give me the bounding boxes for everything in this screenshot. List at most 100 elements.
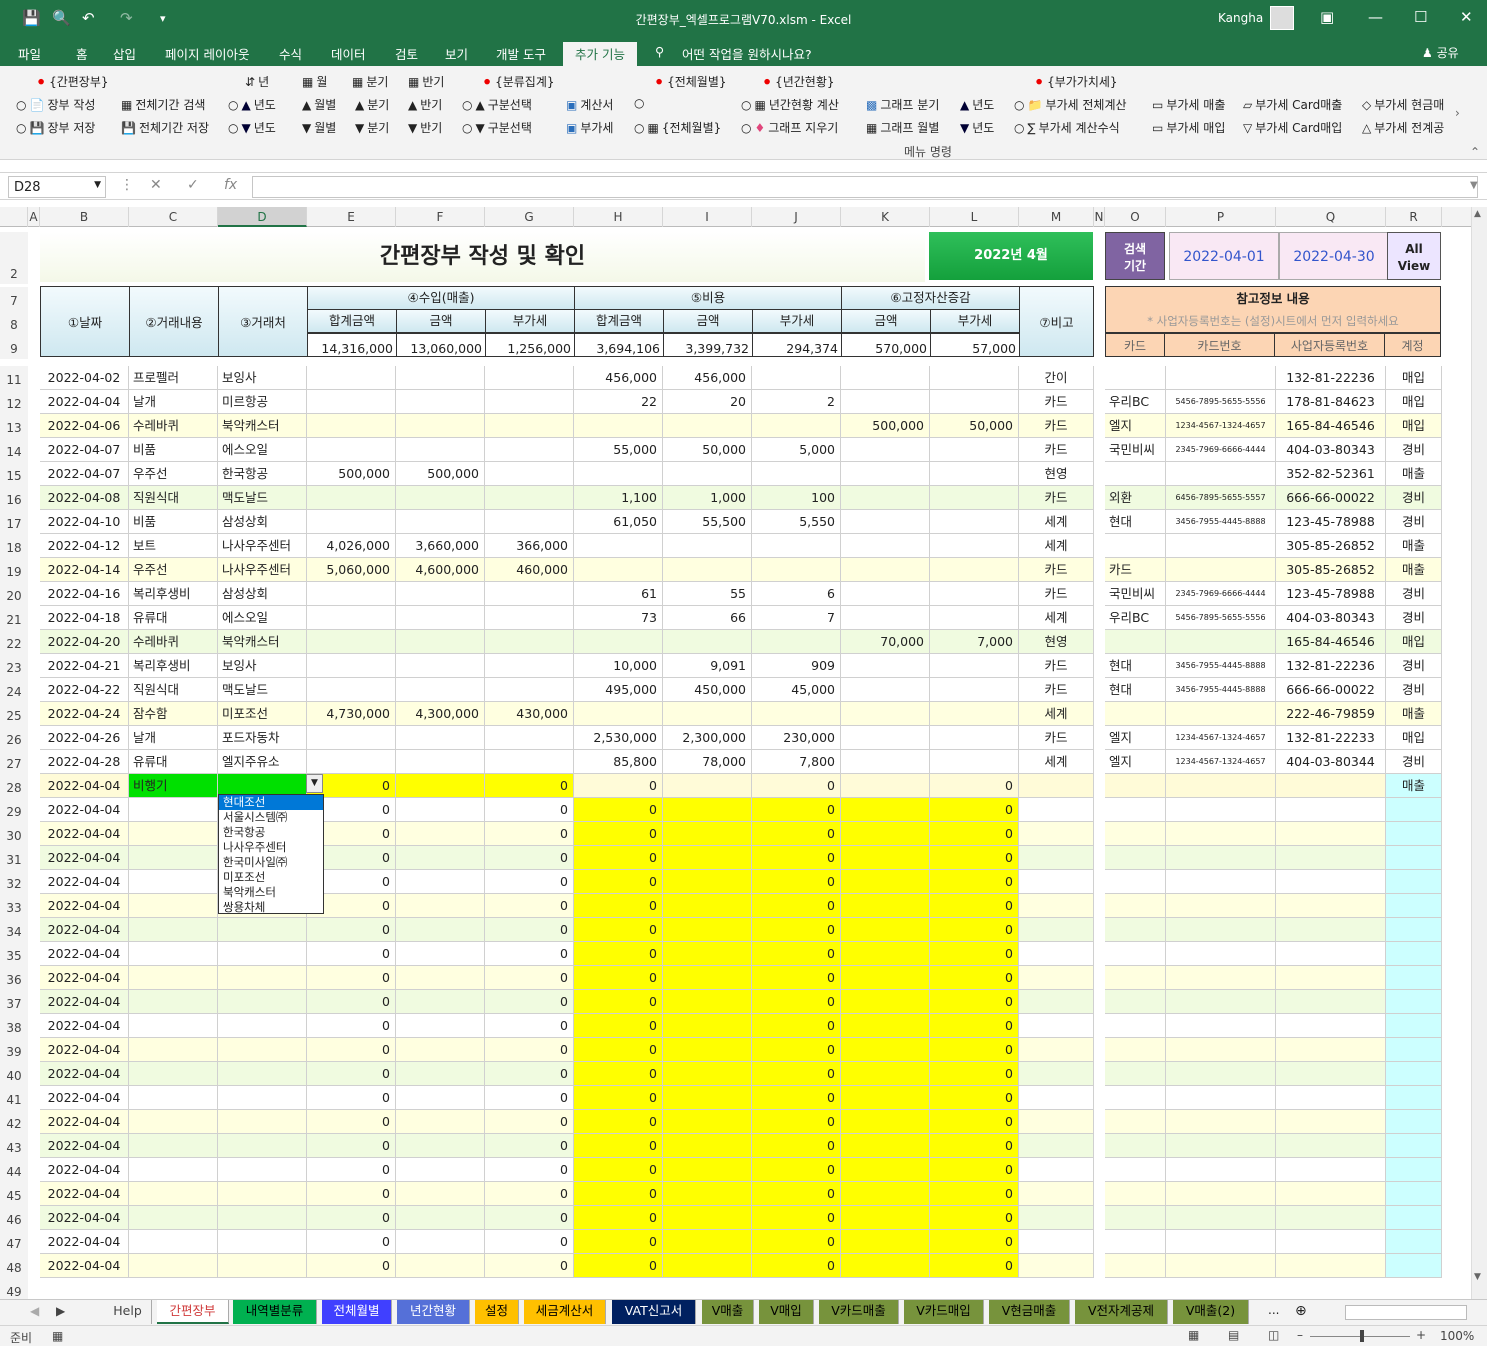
cell-p[interactable] <box>1166 1230 1276 1254</box>
cell-r[interactable]: 경비 <box>1386 678 1442 702</box>
btn-chart-clear[interactable]: ○ ♦ 그래프 지우기 <box>741 119 838 136</box>
cell-i[interactable] <box>663 990 752 1014</box>
cell-p[interactable]: 1234-4567-1324-4657 <box>1166 414 1276 438</box>
cell-j[interactable]: 0 <box>752 1230 841 1254</box>
cell-j[interactable]: 0 <box>752 1086 841 1110</box>
cell-m[interactable] <box>1019 942 1094 966</box>
btn-save-ledger[interactable]: ○ 💾 장부 저장 <box>16 119 95 136</box>
cell-e[interactable] <box>307 438 396 462</box>
cell-d[interactable] <box>218 990 307 1014</box>
cell-r[interactable] <box>1386 1014 1442 1038</box>
cell-o[interactable] <box>1105 630 1166 654</box>
cell-f[interactable] <box>396 1110 485 1134</box>
cell-i[interactable] <box>663 894 752 918</box>
cell-i[interactable] <box>663 942 752 966</box>
row-header[interactable]: 40 <box>0 1062 28 1086</box>
cell-i[interactable] <box>663 798 752 822</box>
cell-e[interactable]: 0 <box>307 1230 396 1254</box>
cell-r[interactable]: 매입 <box>1386 630 1442 654</box>
total-cell[interactable]: 14,316,000 <box>307 333 397 357</box>
cell-q[interactable]: 666-66-00022 <box>1276 678 1386 702</box>
cell-e[interactable]: 500,000 <box>307 462 396 486</box>
cell-g[interactable]: 0 <box>485 774 574 798</box>
cell-l[interactable] <box>930 582 1019 606</box>
cell-i[interactable]: 20 <box>663 390 752 414</box>
cell-h[interactable]: 0 <box>574 1230 663 1254</box>
ribbon-display-icon[interactable]: ▣ <box>1320 8 1334 26</box>
cell-j[interactable] <box>752 462 841 486</box>
row-header[interactable]: 2 <box>0 232 28 284</box>
row-header[interactable]: 16 <box>0 486 28 510</box>
spreadsheet-grid[interactable]: 간편장부 작성 및 확인 2022년 4월 검색 기간 2022-04-01 2… <box>28 227 1471 1299</box>
cell-d[interactable]: 미포조선 <box>218 702 307 726</box>
cell-f[interactable] <box>396 582 485 606</box>
cell-k[interactable] <box>841 774 930 798</box>
cell-l[interactable]: 0 <box>930 1110 1019 1134</box>
cell-e[interactable] <box>307 366 396 390</box>
cell-j[interactable]: 0 <box>752 1014 841 1038</box>
cell-f[interactable] <box>396 726 485 750</box>
cell-m[interactable] <box>1019 1086 1094 1110</box>
cell-c[interactable] <box>129 1158 218 1182</box>
cell-d[interactable]: 삼성상회 <box>218 582 307 606</box>
cell-r[interactable] <box>1386 918 1442 942</box>
cell-j[interactable]: 0 <box>752 846 841 870</box>
cell-j[interactable]: 0 <box>752 798 841 822</box>
cell-o[interactable]: 우리BC <box>1105 606 1166 630</box>
cell-d[interactable]: 에스오일 <box>218 606 307 630</box>
cell-q[interactable] <box>1276 1110 1386 1134</box>
cell-e[interactable]: 0 <box>307 1110 396 1134</box>
name-box[interactable]: D28 ▼ <box>8 176 106 198</box>
cell-m[interactable]: 카드 <box>1019 558 1094 582</box>
cell-o[interactable] <box>1105 534 1166 558</box>
cell-e[interactable]: 0 <box>307 1014 396 1038</box>
cell-o[interactable] <box>1105 702 1166 726</box>
cell-b[interactable]: 2022-04-04 <box>40 990 129 1014</box>
cell-f[interactable] <box>396 654 485 678</box>
cell-o[interactable]: 현대 <box>1105 654 1166 678</box>
cell-j[interactable]: 0 <box>752 1158 841 1182</box>
column-header[interactable]: K <box>841 207 930 227</box>
cell-j[interactable]: 45,000 <box>752 678 841 702</box>
cell-q[interactable] <box>1276 1134 1386 1158</box>
cell-h[interactable]: 0 <box>574 990 663 1014</box>
cell-b[interactable]: 2022-04-04 <box>40 798 129 822</box>
cell-q[interactable]: 132-81-22236 <box>1276 654 1386 678</box>
cell-k[interactable] <box>841 1062 930 1086</box>
cell-o[interactable]: 현대 <box>1105 510 1166 534</box>
cell-i[interactable] <box>663 870 752 894</box>
cell-o[interactable]: 엘지 <box>1105 414 1166 438</box>
cell-r[interactable] <box>1386 1206 1442 1230</box>
cell-j[interactable]: 0 <box>752 870 841 894</box>
cell-g[interactable] <box>485 726 574 750</box>
cell-q[interactable] <box>1276 798 1386 822</box>
cell-r[interactable]: 매입 <box>1386 366 1442 390</box>
btn-half-down[interactable]: ▼ 반기 <box>408 119 442 136</box>
cell-q[interactable]: 305-85-26852 <box>1276 558 1386 582</box>
cell-q[interactable]: 132-81-22233 <box>1276 726 1386 750</box>
cell-r[interactable] <box>1386 942 1442 966</box>
cell-e[interactable]: 0 <box>307 990 396 1014</box>
cell-m[interactable] <box>1019 918 1094 942</box>
cell-k[interactable] <box>841 1086 930 1110</box>
cell-r[interactable]: 매입 <box>1386 390 1442 414</box>
cell-b[interactable]: 2022-04-28 <box>40 750 129 774</box>
cell-l[interactable]: 0 <box>930 1038 1019 1062</box>
cell-e[interactable]: 4,730,000 <box>307 702 396 726</box>
cell-k[interactable]: 70,000 <box>841 630 930 654</box>
cell-r[interactable] <box>1386 1230 1442 1254</box>
cell-d[interactable]: 삼성상회 <box>218 510 307 534</box>
cell-b[interactable]: 2022-04-04 <box>40 966 129 990</box>
cell-l[interactable] <box>930 510 1019 534</box>
cell-b[interactable]: 2022-04-04 <box>40 1254 129 1278</box>
cell-q[interactable] <box>1276 870 1386 894</box>
cell-c[interactable]: 보트 <box>129 534 218 558</box>
cell-g[interactable]: 0 <box>485 1158 574 1182</box>
cell-g[interactable]: 0 <box>485 942 574 966</box>
sheet-tab[interactable]: V매출 <box>702 1300 754 1324</box>
menu-addins[interactable]: 추가 기능 <box>563 42 637 66</box>
cell-o[interactable] <box>1105 966 1166 990</box>
row-header[interactable]: 7 <box>0 287 28 311</box>
cell-j[interactable]: 0 <box>752 1254 841 1278</box>
cell-g[interactable] <box>485 582 574 606</box>
